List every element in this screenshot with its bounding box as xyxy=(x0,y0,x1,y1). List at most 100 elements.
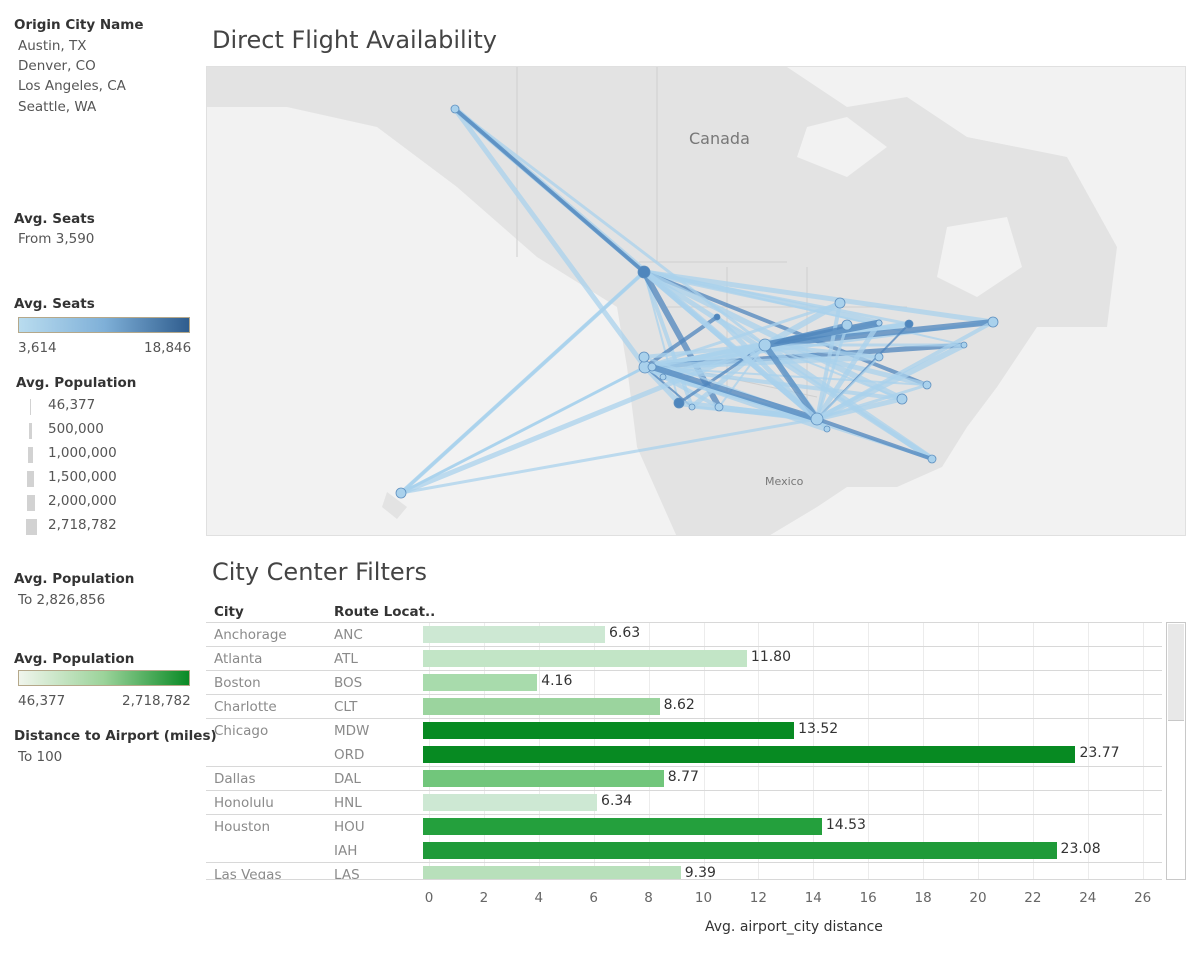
airport-marker[interactable] xyxy=(450,104,460,114)
row-route-code: IAH xyxy=(334,843,358,859)
airport-marker[interactable] xyxy=(904,319,914,329)
airport-marker[interactable] xyxy=(659,373,667,381)
row-city-label: Charlotte xyxy=(214,699,277,715)
row-separator xyxy=(206,862,1162,863)
distance-bar[interactable] xyxy=(423,626,605,643)
flight-map[interactable]: Canada Mexico xyxy=(206,66,1186,536)
row-separator xyxy=(206,790,1162,791)
airport-marker[interactable] xyxy=(637,265,651,279)
airport-marker[interactable] xyxy=(673,397,685,409)
airport-marker[interactable] xyxy=(823,425,831,433)
scrollbar-thumb[interactable] xyxy=(1168,624,1184,721)
origin-city-option[interactable]: Austin, TX xyxy=(18,38,87,54)
bar-value-label: 6.63 xyxy=(608,625,641,641)
airport-marker[interactable] xyxy=(874,352,884,362)
airport-marker[interactable] xyxy=(875,319,883,327)
population-size-legend-item: 2,000,000 xyxy=(22,493,182,513)
airport-marker[interactable] xyxy=(638,351,650,363)
distance-bar[interactable] xyxy=(423,674,538,691)
airport-marker[interactable] xyxy=(896,393,908,405)
seats-legend-min: 3,614 xyxy=(18,340,57,356)
airport-marker[interactable] xyxy=(714,402,724,412)
population-legend-min: 46,377 xyxy=(18,693,66,709)
size-label: 1,500,000 xyxy=(48,469,117,485)
origin-city-option[interactable]: Los Angeles, CA xyxy=(18,78,126,94)
airport-marker[interactable] xyxy=(834,297,846,309)
population-size-legend-item: 2,718,782 xyxy=(22,517,182,537)
row-route-code: HOU xyxy=(334,819,365,835)
row-separator xyxy=(206,646,1162,647)
population-size-legend-item: 500,000 xyxy=(22,421,182,441)
size-label: 500,000 xyxy=(48,421,104,437)
airport-marker[interactable] xyxy=(960,341,968,349)
flight-route-line[interactable] xyxy=(399,270,646,495)
size-label: 2,718,782 xyxy=(48,517,117,533)
table-scrollbar[interactable] xyxy=(1166,622,1186,880)
seats-legend-max: 18,846 xyxy=(144,340,192,356)
airport-marker[interactable] xyxy=(841,319,853,331)
x-axis-tick-label: 4 xyxy=(534,890,544,906)
population-filter-value[interactable]: To 2,826,856 xyxy=(18,592,105,608)
row-city-label: Anchorage xyxy=(214,627,287,643)
population-size-legend-item: 1,000,000 xyxy=(22,445,182,465)
row-city-label: Houston xyxy=(214,819,271,835)
row-separator xyxy=(206,670,1162,671)
table-title: City Center Filters xyxy=(212,558,428,586)
origin-city-option[interactable]: Denver, CO xyxy=(18,58,96,74)
column-header-route-location[interactable]: Route Locat.. xyxy=(334,604,435,620)
flight-route-line[interactable] xyxy=(399,365,647,495)
airport-marker[interactable] xyxy=(647,362,657,372)
airport-marker[interactable] xyxy=(922,380,932,390)
bar-value-label: 6.34 xyxy=(601,793,633,809)
airport-marker[interactable] xyxy=(395,487,407,499)
distance-bar[interactable] xyxy=(423,818,822,835)
row-city-label: Boston xyxy=(214,675,261,691)
x-axis-tick-label: 26 xyxy=(1134,890,1152,906)
row-route-code: ATL xyxy=(334,651,358,667)
size-swatch xyxy=(28,447,33,463)
airport-marker[interactable] xyxy=(987,316,999,328)
size-swatch xyxy=(29,423,32,439)
seats-color-ramp xyxy=(18,317,190,333)
distance-bar[interactable] xyxy=(423,650,747,667)
column-header-city[interactable]: City xyxy=(214,604,244,620)
distance-bar[interactable] xyxy=(423,722,795,739)
row-city-label: Chicago xyxy=(214,723,269,739)
population-filter-title: Avg. Population xyxy=(14,571,135,587)
distance-bar[interactable] xyxy=(423,770,664,787)
row-separator xyxy=(206,622,1162,623)
airport-marker[interactable] xyxy=(688,403,696,411)
size-swatch xyxy=(27,471,34,487)
distance-bar[interactable] xyxy=(423,746,1076,763)
airport-marker[interactable] xyxy=(810,412,824,426)
x-axis-tick-label: 10 xyxy=(694,890,713,906)
distance-bar[interactable] xyxy=(423,698,660,715)
distance-filter-value[interactable]: To 100 xyxy=(18,749,62,765)
airport-marker[interactable] xyxy=(758,338,772,352)
distance-filter-title: Distance to Airport (miles) xyxy=(14,728,217,744)
population-legend-title: Avg. Population xyxy=(14,651,135,667)
x-axis-tick-label: 8 xyxy=(644,890,653,906)
airport-marker[interactable] xyxy=(713,313,721,321)
x-axis-tick-label: 24 xyxy=(1079,890,1097,906)
size-label: 1,000,000 xyxy=(48,445,117,461)
bar-value-label: 4.16 xyxy=(541,673,573,689)
row-route-code: BOS xyxy=(334,675,363,691)
row-separator xyxy=(206,718,1162,719)
bar-value-label: 8.62 xyxy=(663,697,695,713)
map-canvas[interactable]: Canada Mexico xyxy=(207,67,1186,536)
seats-filter-value[interactable]: From 3,590 xyxy=(18,231,94,247)
bar-value-label: 14.53 xyxy=(825,817,866,833)
population-size-legend-title: Avg. Population xyxy=(16,375,137,391)
origin-city-option[interactable]: Seattle, WA xyxy=(18,99,96,115)
airport-marker[interactable] xyxy=(927,454,937,464)
x-axis-tick-label: 22 xyxy=(1024,890,1042,906)
distance-bar[interactable] xyxy=(423,842,1057,859)
size-swatch xyxy=(26,519,37,535)
x-axis-tick-label: 16 xyxy=(859,890,877,906)
distance-bar[interactable] xyxy=(423,794,598,811)
row-separator xyxy=(206,814,1162,815)
row-route-code: HNL xyxy=(334,795,362,811)
population-size-legend-item: 46,377 xyxy=(22,397,182,417)
row-route-code: ORD xyxy=(334,747,365,763)
